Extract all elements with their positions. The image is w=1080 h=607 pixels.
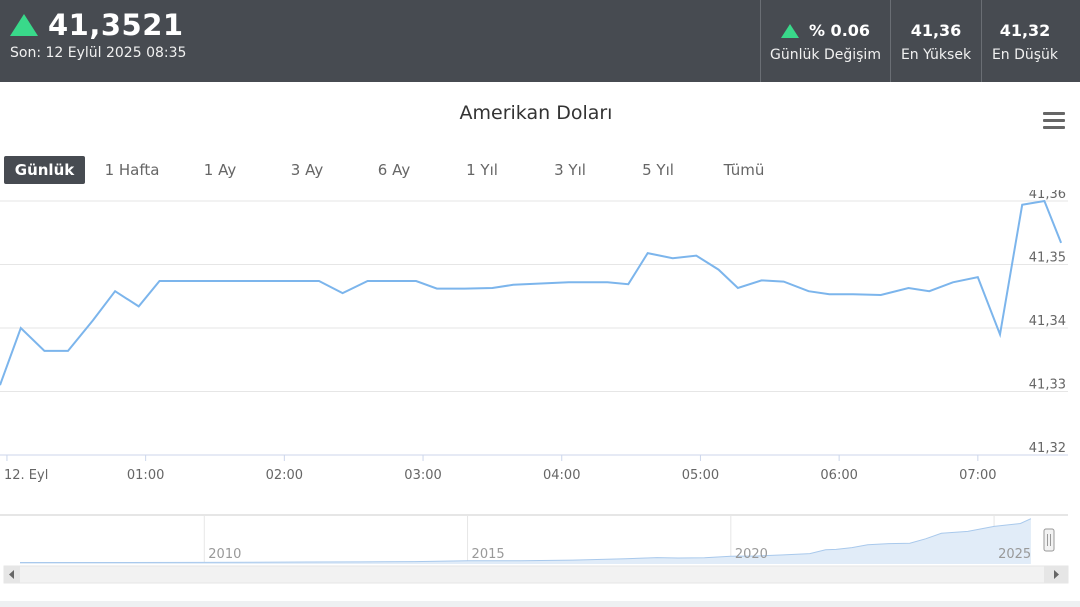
y-axis-labels: 41,32 41,33 41,34 41,35 41,36 — [1029, 190, 1066, 456]
daily-change-label: Günlük Değişim — [770, 46, 881, 63]
y-tick-label: 41,36 — [1029, 190, 1066, 202]
range-button-1-year[interactable]: 1 Yıl — [447, 156, 517, 184]
x-axis-labels: 12. Eyl 01:00 02:00 03:00 04:00 05:00 06:00 07:… — [4, 455, 997, 483]
high-stat: 41,36 En Yüksek — [890, 0, 981, 82]
x-tick-label: 04:00 — [543, 468, 580, 483]
x-tick-label: 06:00 — [820, 468, 857, 483]
range-button-6-months[interactable]: 6 Ay — [359, 156, 429, 184]
range-button-3-years[interactable]: 3 Yıl — [535, 156, 605, 184]
range-button-daily[interactable]: Günlük — [4, 156, 85, 184]
current-price: 41,3521 — [48, 8, 184, 42]
daily-change-value: % 0.06 — [808, 21, 871, 40]
x-tick-label: 02:00 — [266, 468, 303, 483]
navigator-handle[interactable] — [1043, 528, 1055, 552]
range-button-5-years[interactable]: 5 Yıl — [623, 156, 693, 184]
grid-lines — [0, 200, 1068, 456]
daily-change-stat: % 0.06 Günlük Değişim — [760, 0, 890, 82]
navigator-year-label: 2015 — [472, 547, 505, 562]
y-tick-label: 41,32 — [1029, 441, 1066, 456]
price-block: 41,3521 Son: 12 Eylül 2025 08:35 — [10, 8, 186, 61]
low-label: En Düşük — [991, 46, 1059, 63]
arrow-up-icon — [10, 14, 38, 36]
range-button-1-week[interactable]: 1 Hafta — [95, 156, 169, 184]
navigator-area — [20, 518, 1031, 564]
navigator-year-label: 2025 — [998, 547, 1031, 562]
last-update: Son: 12 Eylül 2025 08:35 — [10, 45, 187, 61]
x-tick-label: 12. Eyl — [4, 468, 48, 483]
high-value: 41,36 — [910, 21, 962, 40]
bottom-strip — [0, 601, 1080, 607]
low-stat: 41,32 En Düşük — [981, 0, 1068, 82]
range-button-3-months[interactable]: 3 Ay — [272, 156, 342, 184]
x-tick-label: 07:00 — [959, 468, 996, 483]
range-button-1-month[interactable]: 1 Ay — [185, 156, 255, 184]
price-series-line[interactable] — [0, 199, 1063, 386]
x-tick-label: 03:00 — [404, 468, 441, 483]
quote-header: 41,3521 Son: 12 Eylül 2025 08:35 % 0.06 … — [0, 0, 1080, 82]
low-value: 41,32 — [999, 21, 1051, 40]
navigator-year-label: 2020 — [735, 547, 768, 562]
x-tick-label: 05:00 — [682, 468, 719, 483]
price-line-chart[interactable]: 41,32 41,33 41,34 41,35 41,36 12. Eyl 01:00 02… — [0, 190, 1080, 490]
navigator-year-label: 2010 — [208, 547, 241, 562]
arrow-up-icon — [780, 23, 799, 38]
range-button-all[interactable]: Tümü — [709, 156, 779, 184]
high-label: En Yüksek — [900, 46, 972, 63]
navigator-scrollbar[interactable] — [3, 565, 1069, 584]
y-tick-label: 41,35 — [1029, 251, 1066, 266]
y-tick-label: 41,34 — [1029, 314, 1066, 329]
x-tick-label: 01:00 — [127, 468, 164, 483]
chart-menu-icon[interactable] — [1043, 112, 1065, 130]
navigator[interactable]: 2010 2015 2020 2025 — [0, 510, 1080, 600]
y-tick-label: 41,33 — [1029, 378, 1066, 393]
chart-title: Amerikan Doları — [459, 102, 613, 124]
